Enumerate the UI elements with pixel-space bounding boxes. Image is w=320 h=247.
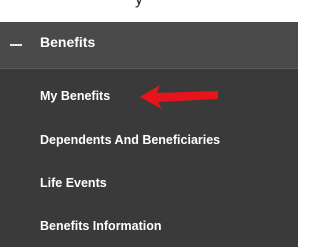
benefits-nav-menu: Benefits My Benefits Dependents And Bene…: [0, 22, 298, 247]
menu-item-benefits-information[interactable]: Benefits Information: [0, 206, 298, 247]
benefits-menu-screenshot: y Benefits My Benefits Dependents And Be…: [0, 0, 298, 247]
menu-item-label: Life Events: [40, 176, 107, 190]
menu-item-my-benefits[interactable]: My Benefits: [0, 76, 298, 120]
section-title: Benefits: [40, 34, 96, 50]
menu-item-label: Benefits Information: [40, 219, 162, 233]
menu-item-label: My Benefits: [40, 89, 111, 103]
benefits-section-header[interactable]: Benefits: [0, 22, 298, 69]
minus-collapse-icon: [10, 44, 22, 46]
menu-item-dependents-and-beneficiaries[interactable]: Dependents And Beneficiaries: [0, 120, 298, 164]
cropped-header-text: y: [135, 0, 143, 9]
page-top-strip: y: [0, 0, 298, 22]
menu-item-life-events[interactable]: Life Events: [0, 163, 298, 207]
menu-item-label: Dependents And Beneficiaries: [40, 133, 221, 147]
